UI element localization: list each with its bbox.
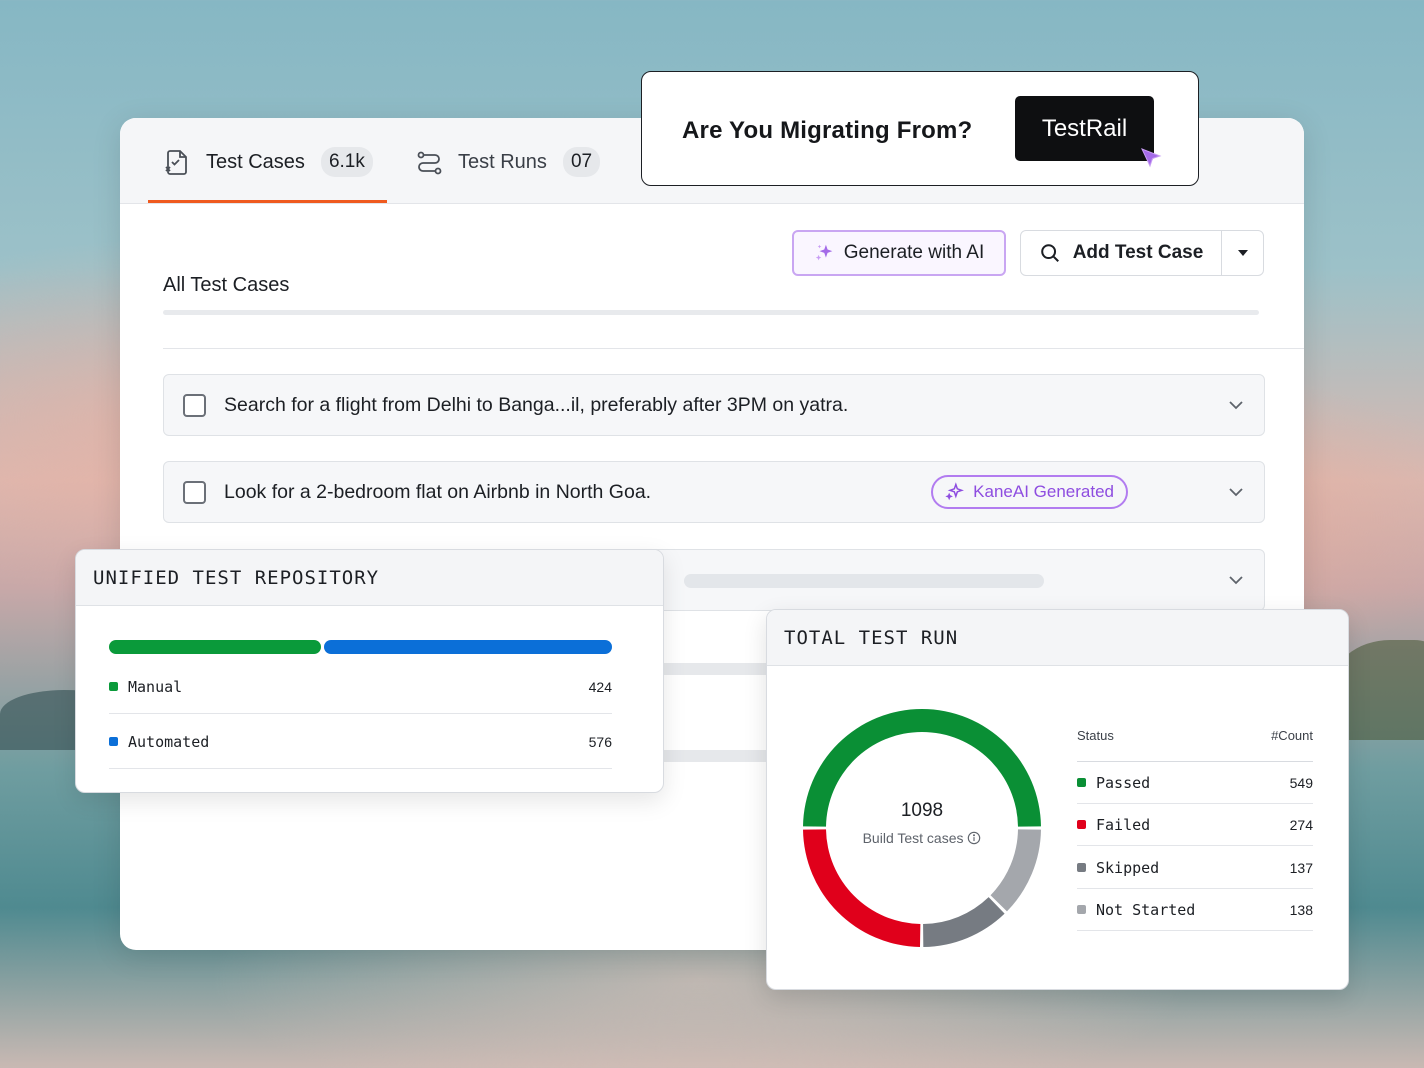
status-count: 137 [1289, 859, 1313, 876]
search-icon [1040, 244, 1059, 262]
tab-label: Test Cases [206, 150, 305, 173]
legend-dot [109, 682, 118, 691]
status-row-failed: Failed 274 [1077, 804, 1313, 846]
chevron-down-icon[interactable] [1226, 482, 1246, 502]
status-row-skipped: Skipped 137 [1077, 847, 1313, 889]
bar-segment-manual [109, 640, 321, 654]
test-case-text: Search for a flight from Delhi to Banga.… [224, 393, 849, 416]
status-label: Failed [1096, 815, 1151, 834]
cursor-pointer-icon [1141, 148, 1162, 168]
generate-with-ai-label: Generate with AI [843, 242, 985, 263]
status-table-header: Status #Count [1077, 728, 1313, 762]
status-row-not-started: Not Started 138 [1077, 889, 1313, 931]
row-checkbox[interactable] [183, 480, 206, 504]
chevron-down-icon[interactable] [1226, 570, 1246, 590]
legend-value: 424 [588, 678, 612, 695]
test-case-row[interactable]: Search for a flight from Delhi to Banga.… [163, 374, 1265, 436]
loading-placeholder [663, 663, 773, 675]
caret-down-icon [1237, 250, 1248, 256]
legend-value: 576 [588, 733, 612, 750]
test-runs-icon [417, 151, 442, 175]
tab-test-runs[interactable]: Test Runs 07 [416, 146, 601, 178]
legend-dot [109, 737, 118, 746]
donut-caption: Build Test cases [801, 830, 1043, 846]
migration-question: Are You Migrating From? [682, 117, 973, 144]
legend-label: Automated [128, 732, 210, 751]
sparkle-icon [945, 482, 965, 501]
card-title: UNIFIED TEST REPOSITORY [76, 550, 663, 606]
add-test-case-main[interactable]: Add Test Case [1021, 231, 1221, 275]
card-title: TOTAL TEST RUN [767, 610, 1348, 666]
loading-placeholder [684, 574, 1044, 588]
legend-label: Manual [128, 677, 183, 696]
loading-placeholder [663, 750, 773, 762]
legend-item-automated: Automated 576 [109, 715, 612, 769]
chevron-down-icon[interactable] [1226, 395, 1246, 415]
donut-slice-skipped [923, 897, 1005, 947]
info-icon[interactable] [967, 831, 981, 845]
sparkle-icon [815, 244, 833, 261]
status-count: 274 [1289, 816, 1313, 833]
row-checkbox[interactable] [183, 393, 206, 417]
badge-label: KaneAI Generated [973, 482, 1114, 501]
donut-slice-failed [803, 829, 921, 947]
tab-label: Test Runs [458, 150, 547, 173]
add-test-case-label: Add Test Case [1072, 242, 1204, 263]
legend-dot [1077, 905, 1086, 914]
donut-center: 1098 Build Test cases [801, 800, 1043, 846]
active-tab-indicator [148, 200, 387, 203]
legend-dot [1077, 778, 1086, 787]
legend-item-manual: Manual 424 [109, 660, 612, 714]
add-test-case-button[interactable]: Add Test Case [1020, 230, 1264, 276]
status-count: 138 [1289, 901, 1313, 918]
unified-test-repository-card: UNIFIED TEST REPOSITORY Manual 424 Autom… [75, 549, 664, 793]
status-label: Not Started [1096, 900, 1196, 919]
stacked-progress-bar [109, 640, 612, 654]
migration-prompt-card: Are You Migrating From? TestRail [641, 71, 1199, 186]
divider [163, 348, 1304, 349]
section-divider-bar [163, 310, 1259, 315]
status-label: Passed [1096, 773, 1151, 792]
test-case-row[interactable]: Look for a 2-bedroom flat on Airbnb in N… [163, 461, 1265, 523]
total-test-run-card: TOTAL TEST RUN 1098 Build Test cases Sta… [766, 609, 1349, 990]
status-count: 549 [1289, 774, 1313, 791]
kaneai-generated-badge: KaneAI Generated [931, 475, 1128, 509]
status-label: Skipped [1096, 858, 1160, 877]
tab-test-cases[interactable]: Test Cases 6.1k [164, 146, 373, 178]
test-cases-icon [165, 150, 187, 175]
tab-count-badge: 6.1k [320, 147, 373, 177]
generate-with-ai-button[interactable]: Generate with AI [792, 230, 1006, 276]
status-column-header: Status [1077, 728, 1114, 743]
testrail-button[interactable]: TestRail [1015, 96, 1154, 161]
test-case-text: Look for a 2-bedroom flat on Airbnb in N… [224, 480, 652, 503]
add-options-dropdown[interactable] [1221, 231, 1263, 275]
donut-caption-text: Build Test cases [862, 830, 964, 846]
section-title: All Test Cases [163, 274, 290, 296]
toolbar-actions: Generate with AI Add Test Case [792, 230, 1264, 276]
count-column-header: #Count [1271, 728, 1313, 743]
status-row-passed: Passed 549 [1077, 762, 1313, 804]
legend-dot [1077, 820, 1086, 829]
tab-count-badge: 07 [562, 147, 601, 177]
donut-total-value: 1098 [900, 800, 944, 821]
legend-dot [1077, 863, 1086, 872]
bar-segment-automated [324, 640, 612, 654]
